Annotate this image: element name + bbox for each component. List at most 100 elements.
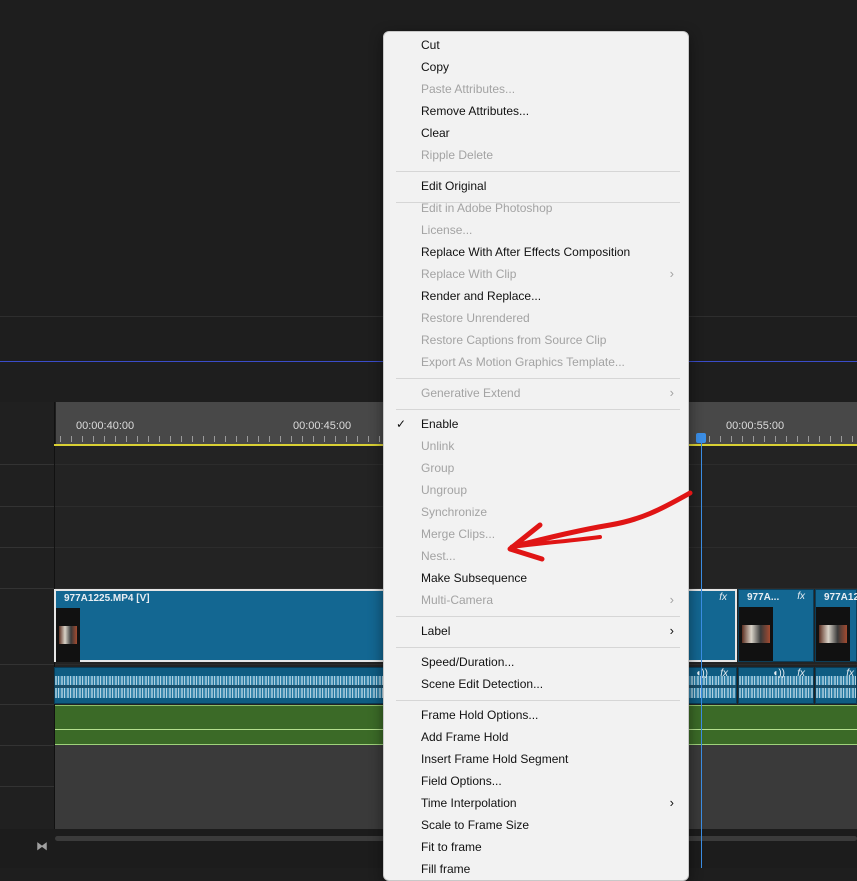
menu-item-label: Edit in Adobe Photoshop [421, 201, 553, 215]
menu-item-label: Time Interpolation [421, 796, 517, 810]
menu-item-label: Make Subsequence [421, 571, 528, 585]
audio-clip[interactable]: ◖)) fx [738, 667, 814, 704]
menu-item-license: License... [384, 219, 688, 241]
menu-item-add-frame-hold[interactable]: Add Frame Hold [384, 726, 688, 748]
playhead-handle[interactable] [696, 433, 706, 443]
menu-item-label: Replace With After Effects Composition [421, 245, 631, 259]
fx-badge-icon: fx [846, 668, 854, 679]
fx-badge-icon: fx [719, 592, 727, 603]
audio-clip[interactable]: fx [815, 667, 857, 704]
menu-item-scene-edit-detection[interactable]: Scene Edit Detection... [384, 673, 688, 695]
clip-name: 977A12 [824, 592, 857, 603]
menu-item-time-interpolation[interactable]: Time Interpolation › [384, 792, 688, 814]
menu-item-edit-in-adobe-photoshop: Edit in Adobe Photoshop [384, 197, 688, 219]
menu-item-speed-duration[interactable]: Speed/Duration... [384, 651, 688, 673]
menu-item-fit-to-frame[interactable]: Fit to frame [384, 836, 688, 858]
clip-thumbnail [739, 607, 773, 661]
menu-item-label: Render and Replace... [421, 289, 542, 303]
submenu-arrow-icon: › [669, 266, 674, 281]
menu-item-group: Group [384, 457, 688, 479]
menu-item-label: Cut [421, 38, 440, 52]
menu-item-label: Restore Captions from Source Clip [421, 333, 607, 347]
menu-item-fill-frame[interactable]: Fill frame [384, 858, 688, 880]
menu-item-frame-hold-options[interactable]: Frame Hold Options... [384, 704, 688, 726]
menu-item-label: Scene Edit Detection... [421, 677, 544, 691]
ruler-timecode: 00:00:40:00 [76, 420, 135, 432]
clip-name: 977A... [747, 592, 780, 603]
menu-item-paste-attributes: Paste Attributes... [384, 78, 688, 100]
menu-item-enable[interactable]: ✓ Enable [384, 413, 688, 435]
menu-item-label: Field Options... [421, 774, 502, 788]
clip-name: 977A1225.MP4 [V] [64, 593, 150, 604]
menu-item-label: Label [421, 624, 451, 638]
menu-separator [396, 647, 680, 648]
menu-item-label: Paste Attributes... [421, 82, 516, 96]
submenu-arrow-icon: › [669, 592, 674, 607]
track-headers [0, 402, 55, 868]
menu-item-label: Replace With Clip [421, 267, 517, 281]
menu-item-generative-extend: Generative Extend › [384, 382, 688, 404]
menu-item-label: Ripple Delete [421, 148, 494, 162]
menu-item-label: Export As Motion Graphics Template... [421, 355, 625, 369]
menu-separator [396, 171, 680, 172]
menu-item-render-and-replace[interactable]: Render and Replace... [384, 285, 688, 307]
menu-item-label: Copy [421, 60, 450, 74]
submenu-arrow-icon: › [669, 623, 674, 638]
menu-item-edit-original[interactable]: Edit Original [384, 175, 688, 197]
video-clip[interactable]: 977A... fx [738, 589, 814, 662]
menu-separator [396, 700, 680, 701]
menu-item-make-subsequence[interactable]: Make Subsequence [384, 567, 688, 589]
menu-separator [396, 202, 680, 203]
menu-item-label: Speed/Duration... [421, 655, 515, 669]
ruler-timecode: 00:00:55:00 [726, 420, 785, 432]
menu-item-copy[interactable]: Copy [384, 56, 688, 78]
menu-item-label: Frame Hold Options... [421, 708, 539, 722]
menu-item-label: Merge Clips... [421, 527, 496, 541]
menu-item-label: Restore Unrendered [421, 311, 530, 325]
menu-item-restore-unrendered: Restore Unrendered [384, 307, 688, 329]
menu-item-remove-attributes[interactable]: Remove Attributes... [384, 100, 688, 122]
menu-item-clear[interactable]: Clear [384, 122, 688, 144]
menu-item-label: Fill frame [421, 862, 471, 876]
red-arrow-annotation [507, 490, 693, 562]
menu-item-multi-camera: Multi-Camera › [384, 589, 688, 611]
menu-item-unlink: Unlink [384, 435, 688, 457]
submenu-arrow-icon: › [669, 385, 674, 400]
menu-item-label: Unlink [421, 439, 455, 453]
menu-item-label: Generative Extend [421, 386, 521, 400]
menu-item-ripple-delete: Ripple Delete [384, 144, 688, 166]
menu-item-label: Ungroup [421, 483, 468, 497]
fx-badge-icon: fx [720, 668, 728, 679]
menu-separator [396, 378, 680, 379]
menu-item-field-options[interactable]: Field Options... [384, 770, 688, 792]
video-clip[interactable]: 977A12 [815, 589, 857, 662]
menu-item-scale-to-frame-size[interactable]: Scale to Frame Size [384, 814, 688, 836]
menu-item-replace-with-after-effects-composition[interactable]: Replace With After Effects Composition [384, 241, 688, 263]
menu-item-restore-captions-from-source-clip: Restore Captions from Source Clip [384, 329, 688, 351]
menu-item-label: Nest... [421, 549, 456, 563]
menu-item-label: Clear [421, 126, 450, 140]
menu-item-replace-with-clip: Replace With Clip › [384, 263, 688, 285]
menu-item-label: Scale to Frame Size [421, 818, 530, 832]
menu-item-label: Add Frame Hold [421, 730, 509, 744]
menu-item-label: Edit Original [421, 179, 487, 193]
submenu-arrow-icon: › [669, 795, 674, 810]
clip-context-menu: Cut Copy Paste Attributes... Remove Attribu… [383, 31, 689, 881]
fx-badge-icon: fx [797, 591, 805, 602]
menu-item-label: Group [421, 461, 455, 475]
menu-separator [396, 616, 680, 617]
playhead-line [701, 443, 702, 868]
clip-thumbnail [56, 608, 80, 662]
menu-item-label[interactable]: Label › [384, 620, 688, 642]
menu-item-export-as-motion-graphics-template: Export As Motion Graphics Template... [384, 351, 688, 373]
menu-item-label: Fit to frame [421, 840, 482, 854]
menu-separator [396, 409, 680, 410]
collapse-tracks-icon[interactable]: ⧓ [36, 839, 48, 853]
speaker-icon: ◖)) [772, 668, 785, 679]
menu-item-label: Enable [421, 417, 459, 431]
menu-item-label: Insert Frame Hold Segment [421, 752, 569, 766]
menu-item-cut[interactable]: Cut [384, 34, 688, 56]
menu-item-label: Multi-Camera [421, 593, 494, 607]
menu-item-insert-frame-hold-segment[interactable]: Insert Frame Hold Segment [384, 748, 688, 770]
menu-item-label: Synchronize [421, 505, 488, 519]
